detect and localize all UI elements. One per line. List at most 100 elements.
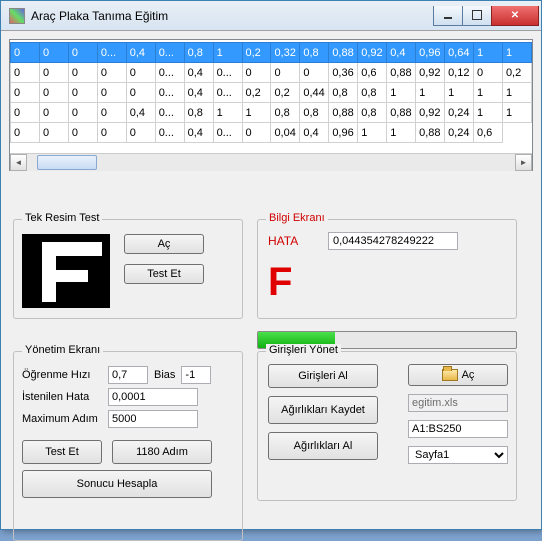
table-cell[interactable]: 0... <box>155 63 184 83</box>
table-cell[interactable]: 0,8 <box>358 83 387 103</box>
table-cell[interactable]: 0,88 <box>329 43 358 63</box>
table-cell[interactable]: 0 <box>242 63 271 83</box>
table-cell[interactable]: 0 <box>126 63 155 83</box>
table-cell[interactable]: 1 <box>502 43 531 63</box>
table-row[interactable]: 000000...0,40...0,20,20,440,80,811111 <box>11 83 532 103</box>
table-cell[interactable]: 0,44 <box>300 83 329 103</box>
table-cell[interactable]: 0,92 <box>416 103 445 123</box>
test-button[interactable]: Test Et <box>22 440 102 464</box>
table-cell[interactable]: 0,4 <box>184 123 213 143</box>
table-cell[interactable]: 0,6 <box>474 123 503 143</box>
table-cell[interactable]: 0,88 <box>416 123 445 143</box>
table-cell[interactable]: 0,4 <box>300 123 329 143</box>
table-cell[interactable]: 0,4 <box>387 43 416 63</box>
table-cell[interactable]: 0,24 <box>445 123 474 143</box>
table-cell[interactable]: 0,96 <box>329 123 358 143</box>
save-weights-button[interactable]: Ağırlıkları Kaydet <box>268 396 378 424</box>
table-cell[interactable]: 1 <box>445 83 474 103</box>
table-cell[interactable]: 1 <box>502 83 531 103</box>
table-cell[interactable]: 0 <box>126 123 155 143</box>
table-cell[interactable]: 1 <box>502 103 531 123</box>
scroll-thumb[interactable] <box>37 155 97 170</box>
table-cell[interactable]: 0,92 <box>416 63 445 83</box>
maximize-button[interactable] <box>462 6 492 26</box>
table-cell[interactable]: 0 <box>68 63 97 83</box>
table-cell[interactable]: 0,24 <box>445 103 474 123</box>
titlebar[interactable]: Araç Plaka Tanıma Eğitim <box>1 1 541 31</box>
table-cell[interactable]: 0 <box>11 43 40 63</box>
table-cell[interactable]: 0,8 <box>358 103 387 123</box>
table-cell[interactable]: 0 <box>126 83 155 103</box>
table-cell[interactable]: 0 <box>11 123 40 143</box>
table-cell[interactable]: 0 <box>300 63 329 83</box>
table-cell[interactable]: 0,4 <box>184 63 213 83</box>
table-cell[interactable]: 1 <box>213 103 242 123</box>
table-cell[interactable]: 0,12 <box>445 63 474 83</box>
table-cell[interactable]: 0,64 <box>445 43 474 63</box>
table-cell[interactable]: 0 <box>68 123 97 143</box>
open-image-button[interactable]: Aç <box>124 234 204 254</box>
table-cell[interactable]: 0,88 <box>387 63 416 83</box>
table-cell[interactable]: 0... <box>97 43 126 63</box>
step-count-button[interactable]: 1180 Adım <box>112 440 212 464</box>
table-cell[interactable]: 0 <box>68 83 97 103</box>
table-cell[interactable]: 0 <box>68 103 97 123</box>
table-cell[interactable]: 0,96 <box>416 43 445 63</box>
calculate-result-button[interactable]: Sonucu Hesapla <box>22 470 212 498</box>
table-cell[interactable]: 1 <box>474 43 503 63</box>
table-cell[interactable]: 0,6 <box>358 63 387 83</box>
table-cell[interactable]: 0 <box>97 123 126 143</box>
table-cell[interactable]: 0,2 <box>242 43 271 63</box>
table-row[interactable]: 000000...0,40...0000,360,60,880,920,1200… <box>11 63 532 83</box>
table-cell[interactable]: 1 <box>387 123 416 143</box>
learning-rate-input[interactable] <box>108 366 148 384</box>
table-cell[interactable]: 0... <box>155 123 184 143</box>
table-cell[interactable]: 0,88 <box>329 103 358 123</box>
table-cell[interactable]: 0,04 <box>271 123 300 143</box>
table-cell[interactable]: 0 <box>68 43 97 63</box>
table-cell[interactable]: 0... <box>155 43 184 63</box>
scroll-left-arrow[interactable]: ◄ <box>10 154 27 171</box>
table-cell[interactable]: 1 <box>242 103 271 123</box>
table-cell[interactable]: 0,8 <box>184 103 213 123</box>
load-weights-button[interactable]: Ağırlıkları Al <box>268 432 378 460</box>
table-cell[interactable]: 0 <box>39 103 68 123</box>
data-grid[interactable]: 0000...0,40...0,810,20,320,80,880,920,40… <box>9 39 533 171</box>
table-cell[interactable]: 0 <box>39 83 68 103</box>
table-cell[interactable]: 0 <box>39 43 68 63</box>
table-cell[interactable]: 0,36 <box>329 63 358 83</box>
table-cell[interactable]: 0 <box>97 103 126 123</box>
table-cell[interactable]: 1 <box>474 83 503 103</box>
range-input[interactable] <box>408 420 508 438</box>
scroll-right-arrow[interactable]: ► <box>515 154 532 171</box>
horizontal-scrollbar[interactable]: ◄ ► <box>10 153 532 170</box>
close-button[interactable] <box>491 6 539 26</box>
table-cell[interactable]: 0,8 <box>300 103 329 123</box>
table-row[interactable]: 00000,40...0,8110,80,80,880,80,880,920,2… <box>11 103 532 123</box>
minimize-button[interactable] <box>433 6 463 26</box>
table-cell[interactable]: 0... <box>213 63 242 83</box>
test-image-button[interactable]: Test Et <box>124 264 204 284</box>
table-cell[interactable]: 0,8 <box>184 43 213 63</box>
table-cell[interactable]: 0... <box>155 83 184 103</box>
table-row[interactable]: 0000...0,40...0,810,20,320,80,880,920,40… <box>11 43 532 63</box>
table-cell[interactable]: 0,4 <box>126 103 155 123</box>
table-cell[interactable]: 0,2 <box>502 63 531 83</box>
table-cell[interactable]: 1 <box>213 43 242 63</box>
table-cell[interactable]: 1 <box>474 103 503 123</box>
table-cell[interactable]: 0 <box>271 63 300 83</box>
table-cell[interactable]: 1 <box>387 83 416 103</box>
table-cell[interactable]: 0 <box>39 63 68 83</box>
table-cell[interactable]: 0... <box>213 83 242 103</box>
table-cell[interactable]: 0 <box>11 63 40 83</box>
table-cell[interactable]: 0,8 <box>329 83 358 103</box>
bias-input[interactable] <box>181 366 211 384</box>
table-cell[interactable]: 0,8 <box>271 103 300 123</box>
table-cell[interactable]: 0 <box>474 63 503 83</box>
table-cell[interactable]: 0,32 <box>271 43 300 63</box>
table-cell[interactable]: 0 <box>97 63 126 83</box>
table-cell[interactable]: 0 <box>39 123 68 143</box>
sheet-select[interactable]: Sayfa1 <box>408 446 508 464</box>
table-cell[interactable]: 0,92 <box>358 43 387 63</box>
table-cell[interactable]: 0 <box>97 83 126 103</box>
